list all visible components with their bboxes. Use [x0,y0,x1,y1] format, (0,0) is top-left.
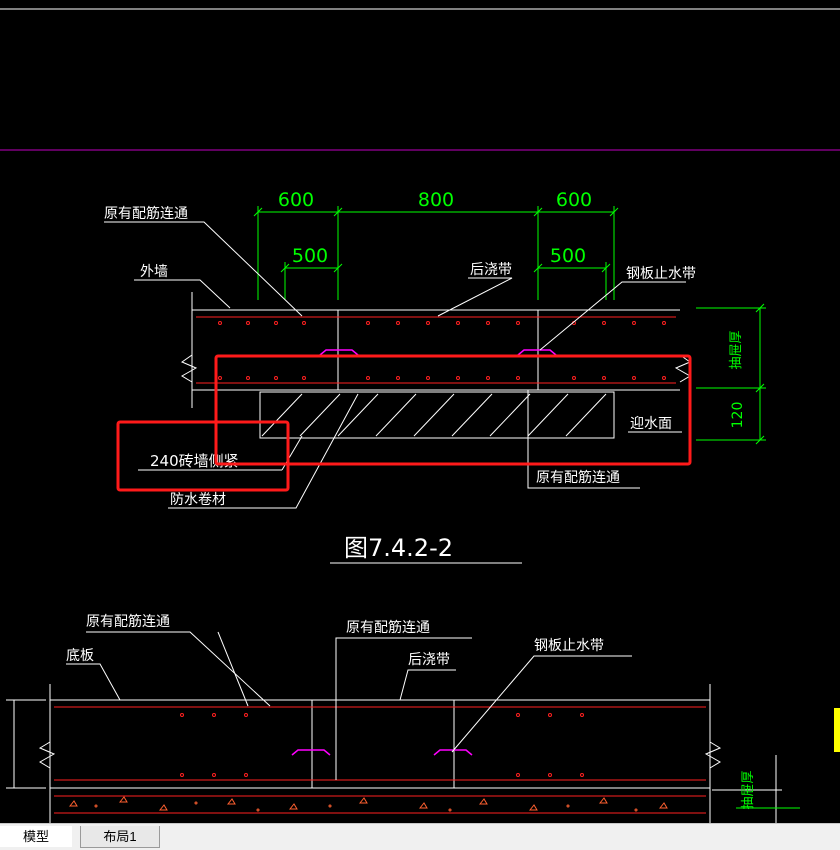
dim-thickness-bottom: 抽屉厚 [741,770,756,809]
wall-structure [180,292,692,439]
label-floor-slab: 底板 [66,648,94,664]
waterstop-right [517,349,557,356]
label-original-rebar-bottom-mid: 原有配筋连通 [346,619,430,636]
label-steel-waterstop-bottom: 钢板止水带 [534,638,604,654]
dim-600-right: 600 [556,189,592,211]
slab-structure [6,684,722,823]
label-steel-waterstop-top: 钢板止水带 [626,266,696,282]
label-original-rebar-bottom-left: 原有配筋连通 [86,613,170,630]
figure-title: 图7.4.2-2 [344,534,453,562]
cad-drawing-canvas[interactable]: 600 800 600 500 500 120 抽屉厚 原有配筋连通 外墙 后浇… [0,0,840,823]
label-water-facing: 迎水面 [630,416,672,432]
dim-500-right: 500 [550,245,586,267]
dim-500-left: 500 [292,245,328,267]
scroll-marker[interactable] [834,708,840,752]
dim-thickness-top: 抽屉厚 [729,330,744,369]
dim-800: 800 [418,189,454,211]
waterstop-left [319,349,359,356]
label-brick-wall: 240砖墙侧紧 [150,452,239,470]
detail-floor-slab: 原有配筋连通 原有配筋连通 底板 后浇带 钢板止水带 抽屉厚 [6,613,800,823]
rebar-lines [196,316,676,384]
label-post-cast-strip-bottom: 后浇带 [408,652,450,668]
rebar-dots [218,321,666,380]
tab-model[interactable]: 模型 [0,826,72,847]
waterstop-bottom-left [291,749,331,756]
dim-600-left: 600 [278,189,314,211]
label-waterproof-membrane: 防水卷材 [170,492,226,508]
slab-rebar-dots [180,713,584,777]
dim-120: 120 [730,402,746,429]
label-outer-wall: 外墙 [140,264,168,280]
label-original-rebar-right: 原有配筋连通 [536,469,620,486]
label-original-rebar-top: 原有配筋连通 [104,205,188,222]
slab-rebar [54,706,706,814]
label-post-cast-strip-top: 后浇带 [470,262,512,278]
hatch-pattern [261,393,607,437]
concrete-fill [68,796,668,812]
layout-tab-bar: 模型 布局1 [0,823,840,850]
detail-7-4-2-2: 600 800 600 500 500 120 抽屉厚 原有配筋连通 外墙 后浇… [104,189,766,564]
tab-layout1[interactable]: 布局1 [80,826,160,848]
